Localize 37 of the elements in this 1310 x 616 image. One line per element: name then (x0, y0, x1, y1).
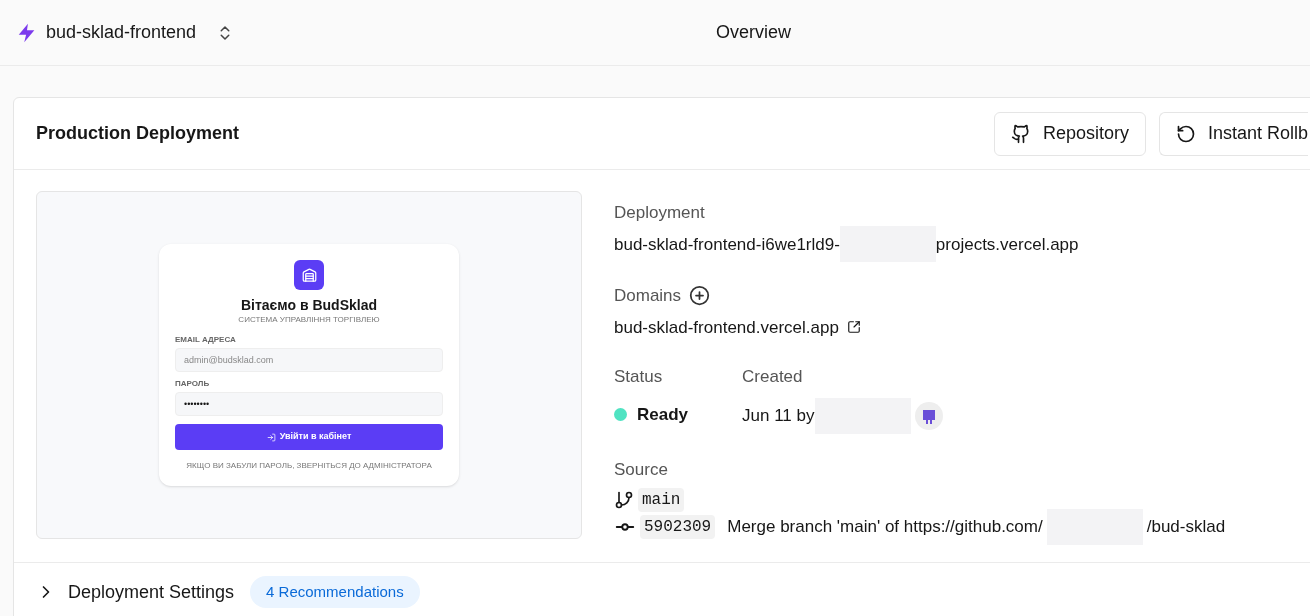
page-title: Overview (716, 21, 791, 44)
rotate-icon (1175, 123, 1196, 144)
login-heading: Вітаємо в BudSklad (240, 298, 378, 312)
settings-toggle[interactable]: Deployment Settings (68, 578, 235, 606)
project-name[interactable]: bud-sklad-frontend (46, 19, 197, 46)
warehouse-logo-icon (294, 260, 324, 290)
created-value: Jun 11 by (742, 404, 815, 427)
password-label: ПАРОЛЬ (175, 380, 210, 388)
status-value: Ready (637, 403, 689, 426)
field-label: Created (742, 366, 804, 388)
field-label: Domains (614, 285, 682, 307)
rollback-button[interactable]: Instant Rollb (1158, 111, 1308, 156)
field-label: Source (614, 458, 669, 481)
commit-message: Merge branch 'main' of https://github.com/ (727, 516, 1043, 538)
avatar-icon (914, 401, 943, 430)
deployment-url[interactable]: bud-sklad-frontend-i6we1rld9- (614, 231, 840, 257)
card-title: Production Deployment (36, 122, 239, 145)
login-icon (266, 432, 276, 442)
github-icon (1010, 123, 1031, 144)
add-icon[interactable] (689, 285, 711, 307)
login-hint: ЯКЩО ВИ ЗАБУЛИ ПАРОЛЬ, ЗВЕРНІТЬСЯ ДО АДМІНІСТРАТОРА (186, 462, 432, 470)
commit-message: /bud-sklad (1146, 516, 1226, 538)
repository-button[interactable]: Repository (993, 111, 1146, 156)
external-link-icon[interactable] (846, 320, 861, 335)
deployment-url[interactable]: projects.vercel.app (935, 231, 1079, 257)
domain-link[interactable]: bud-sklad-frontend.vercel.app (614, 314, 839, 340)
email-field[interactable]: admin@budsklad.com (175, 348, 443, 372)
field-label: Status (614, 366, 664, 388)
commit-hash[interactable]: 5902309 (640, 514, 716, 539)
login-subtitle: СИСТЕМА УПРАВЛІННЯ ТОРГІВЛЕЮ (238, 316, 380, 324)
branch-name[interactable]: main (638, 488, 685, 512)
password-field[interactable]: •••••••• (175, 392, 443, 416)
field-label: Deployment (614, 202, 706, 224)
recommendations-badge[interactable]: 4 Recommendations (250, 576, 420, 608)
email-label: EMAIL АДРЕСА (175, 336, 236, 344)
branch-icon (614, 490, 634, 510)
login-button[interactable]: Увійти в кабінет (175, 424, 443, 450)
